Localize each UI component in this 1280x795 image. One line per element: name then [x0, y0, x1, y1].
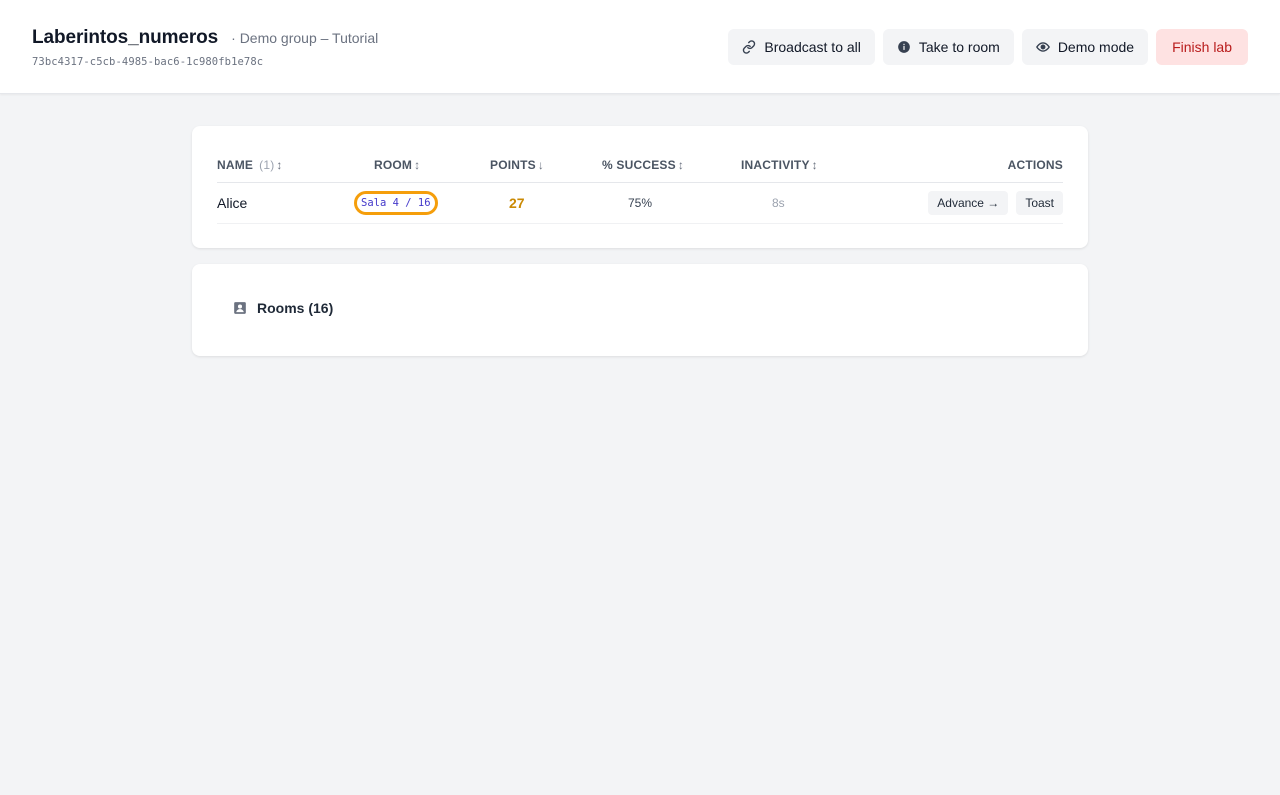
student-count: (1): [259, 158, 275, 172]
sort-name-icon: ↕: [276, 158, 283, 172]
top-actions: Broadcast to all Take to room Demo mode …: [728, 29, 1248, 65]
advance-button[interactable]: Advance →: [928, 191, 1009, 215]
column-inactivity[interactable]: Inactivity ↕: [741, 158, 818, 172]
column-points-label: Points: [490, 158, 536, 172]
column-points[interactable]: Points ↓: [490, 158, 544, 172]
students-card: Name (1) ↕ Room ↕ Points ↓ % Success ↕ Inacti…: [192, 126, 1088, 248]
finish-lab-label: Finish lab: [1172, 39, 1232, 55]
lab-title: Laberintos_numeros: [32, 27, 219, 48]
eye-icon: [1035, 42, 1050, 52]
room-badge[interactable]: Sala 4 / 16: [354, 191, 438, 215]
column-actions: Actions: [1008, 158, 1063, 172]
lab-title-block: Laberintos_numeros · Demo group – Tutori…: [32, 27, 378, 68]
demo-mode-label: Demo mode: [1057, 39, 1135, 55]
table-header: Name (1) ↕ Room ↕ Points ↓ % Success ↕ Inacti…: [217, 158, 1063, 183]
sort-inactivity-icon: ↕: [811, 158, 818, 172]
lab-subtitle: · Demo group – Tutorial: [231, 30, 379, 46]
user-square-icon: [234, 302, 246, 314]
take-to-room-label: Take to room: [918, 39, 1000, 55]
toast-button[interactable]: Toast: [1016, 191, 1063, 215]
column-success-label: % Success: [602, 158, 676, 172]
column-room-label: Room: [374, 158, 413, 172]
column-room[interactable]: Room ↕: [374, 158, 420, 172]
take-to-room-button[interactable]: Take to room: [882, 29, 1014, 65]
column-inactivity-label: Inactivity: [741, 158, 810, 172]
rooms-toggle[interactable]: Rooms (16): [233, 300, 333, 316]
table-row: Alice Sala 4 / 16 27 75% 8s Advance → To…: [217, 183, 1063, 224]
student-inactivity: 8s: [772, 196, 785, 210]
sort-success-icon: ↕: [677, 158, 685, 172]
rooms-label: Rooms (16): [257, 300, 334, 316]
student-points: 27: [509, 195, 525, 211]
student-success: 75%: [628, 196, 653, 210]
sort-points-icon: ↓: [537, 158, 545, 172]
info-circle-icon: [898, 41, 910, 53]
demo-mode-button[interactable]: Demo mode: [1021, 29, 1149, 65]
room-cell: Sala 4 / 16: [354, 183, 438, 223]
title-row: Laberintos_numeros · Demo group – Tutori…: [32, 27, 378, 49]
broadcast-button[interactable]: Broadcast to all: [728, 29, 875, 65]
column-name[interactable]: Name (1) ↕: [217, 158, 283, 172]
column-actions-label: Actions: [1007, 158, 1063, 172]
sort-room-icon: ↕: [414, 158, 421, 172]
lab-id: 73bc4317-c5cb-4985-bac6-1c980fb1e78c: [32, 56, 264, 68]
finish-lab-button[interactable]: Finish lab: [1156, 29, 1248, 65]
column-name-label: Name: [217, 158, 254, 172]
student-name: Alice: [217, 195, 248, 211]
broadcast-label: Broadcast to all: [764, 39, 861, 55]
top-bar: Laberintos_numeros · Demo group – Tutori…: [0, 0, 1280, 94]
row-actions: Advance → Toast: [928, 183, 1063, 223]
column-success[interactable]: % Success ↕: [602, 158, 684, 172]
rooms-card: Rooms (16): [192, 264, 1088, 356]
link-icon: [743, 40, 756, 54]
